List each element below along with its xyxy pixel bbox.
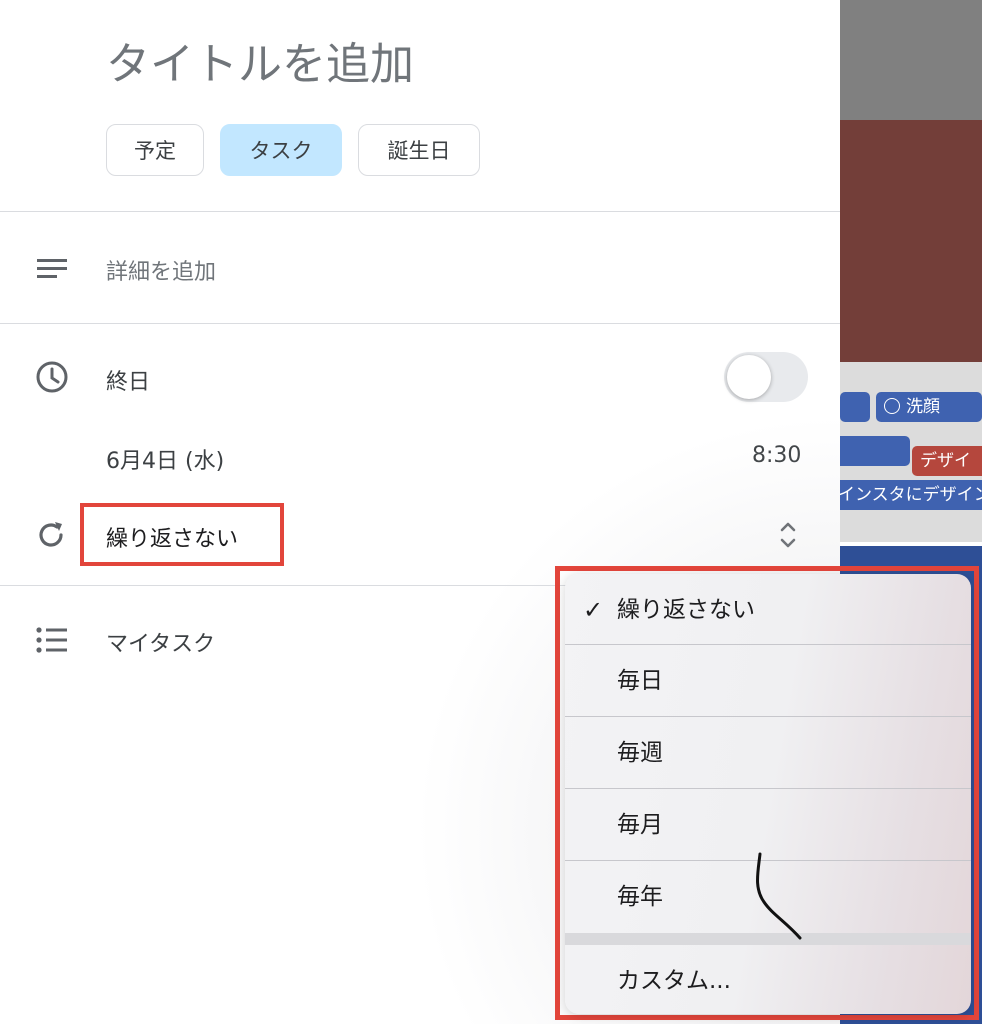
menu-item-label: 毎週	[617, 740, 663, 766]
title-input[interactable]: タイトルを追加	[106, 28, 414, 92]
bg-event	[840, 392, 870, 422]
repeat-icon	[34, 517, 70, 553]
toggle-knob	[727, 355, 771, 399]
type-chip-task[interactable]: タスク	[220, 124, 342, 176]
divider	[0, 211, 840, 212]
notes-icon	[34, 250, 70, 286]
menu-item-custom[interactable]: カスタム...	[565, 945, 971, 1014]
clock-icon	[34, 359, 70, 395]
date-field[interactable]: 6月4日 (水)	[106, 443, 224, 475]
bg-header-area	[840, 0, 982, 120]
menu-item-daily[interactable]: 毎日	[565, 645, 971, 717]
all-day-toggle[interactable]	[724, 352, 808, 402]
bg-event-label: デザイ	[920, 451, 971, 471]
menu-item-no-repeat[interactable]: ✓ 繰り返さない	[565, 574, 971, 646]
bg-event-label: インスタにデザイン	[840, 485, 982, 505]
checkmark-icon: ✓	[583, 596, 604, 624]
bg-event: デザイ	[912, 446, 982, 476]
annotation-scribble	[756, 852, 802, 940]
bg-event: インスタにデザイン	[840, 480, 982, 510]
annotation-highlight-box	[80, 503, 284, 566]
menu-item-label: 繰り返さない	[617, 597, 755, 623]
bg-event-block	[840, 120, 982, 362]
time-field[interactable]: 8:30	[752, 443, 801, 468]
list-icon	[34, 622, 70, 658]
menu-item-weekly[interactable]: 毎週	[565, 717, 971, 789]
divider	[0, 323, 840, 324]
bg-event-label: 洗顔	[906, 397, 940, 417]
type-chip-event[interactable]: 予定	[106, 124, 204, 176]
menu-item-label: 毎年	[617, 884, 663, 910]
menu-item-label: カスタム...	[617, 968, 731, 994]
bg-event: 洗顔	[876, 392, 982, 422]
sort-arrows-icon[interactable]	[770, 517, 806, 553]
menu-item-label: 毎日	[617, 668, 663, 694]
menu-item-label: 毎月	[617, 812, 663, 838]
bg-event	[840, 436, 910, 466]
all-day-label: 終日	[106, 370, 151, 395]
type-chip-birthday[interactable]: 誕生日	[358, 124, 480, 176]
task-list-select[interactable]: マイタスク	[106, 626, 215, 658]
details-input[interactable]: 詳細を追加	[106, 254, 216, 286]
repeat-menu: ✓ 繰り返さない 毎日 毎週 毎月 毎年 カスタム...	[565, 574, 971, 1014]
check-circle-icon	[884, 398, 900, 414]
